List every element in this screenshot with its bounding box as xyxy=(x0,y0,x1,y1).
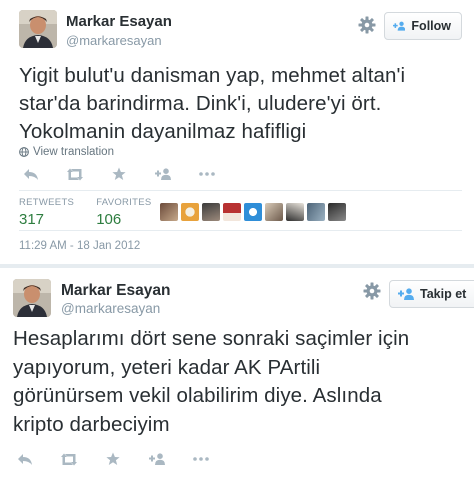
gear-icon[interactable] xyxy=(363,282,381,300)
tweet-card: Markar Esayan @markaresayan xyxy=(0,0,474,262)
avatar[interactable] xyxy=(265,203,283,221)
tweet-text-line: kripto darbeciyim xyxy=(13,412,170,436)
user-plus-icon[interactable] xyxy=(154,167,172,181)
tweet-text-line: star'da barindirma. Dink'i, uludere'yi ö… xyxy=(19,92,382,115)
tweet-text-line: Hesaplarımı dört sene sonraki saçimler i… xyxy=(13,327,410,350)
timestamp[interactable]: 11:29 AM - 18 Jan 2012 xyxy=(19,240,140,252)
follow-button[interactable]: Follow xyxy=(384,12,462,40)
favorites-stat[interactable]: FAVORITES 106 xyxy=(96,197,151,228)
star-icon[interactable] xyxy=(110,167,128,181)
tweet-actions xyxy=(16,452,236,466)
user-plus-icon[interactable] xyxy=(148,452,166,466)
avatar[interactable] xyxy=(244,203,262,221)
tweet-text: Hesaplarımı dört sene sonraki saçimler i… xyxy=(13,325,409,439)
tweet-card: Markar Esayan @markaresayan xyxy=(0,270,474,480)
divider xyxy=(19,230,462,231)
handle[interactable]: @markaresayan xyxy=(61,301,160,316)
handle[interactable]: @markaresayan xyxy=(66,33,162,48)
retweet-icon[interactable] xyxy=(60,452,78,466)
user-plus-icon xyxy=(398,288,414,300)
favorites-count: 106 xyxy=(96,211,122,228)
avatar[interactable] xyxy=(181,203,199,221)
avatar[interactable] xyxy=(223,203,241,221)
avatar[interactable] xyxy=(160,203,178,221)
display-name[interactable]: Markar Esayan xyxy=(66,13,172,30)
reply-icon[interactable] xyxy=(16,452,34,466)
avatar[interactable] xyxy=(328,203,346,221)
tweet-text-line: yapıyorum, yeteri kadar AK PArtili xyxy=(13,355,321,379)
retweets-stat[interactable]: RETWEETS 317 xyxy=(19,197,74,228)
more-dots-icon[interactable] xyxy=(198,167,216,181)
avatar[interactable] xyxy=(202,203,220,221)
avatar[interactable] xyxy=(307,203,325,221)
globe-icon xyxy=(19,147,29,157)
follow-button[interactable]: Takip et xyxy=(389,280,474,308)
tweet-separator xyxy=(0,264,474,268)
tweet-actions xyxy=(22,167,242,181)
retweets-count: 317 xyxy=(19,211,45,228)
star-icon[interactable] xyxy=(104,452,122,466)
gear-icon[interactable] xyxy=(358,16,376,34)
reply-icon[interactable] xyxy=(22,167,40,181)
display-name[interactable]: Markar Esayan xyxy=(61,282,170,300)
avatar[interactable] xyxy=(286,203,304,221)
tweet-text-line: Yigit bulut'u danisman yap, mehmet altan… xyxy=(19,64,406,87)
favoriter-avatars xyxy=(160,203,349,221)
tweet-text-line: görünürsem vekil olabilirim diye. Aslınd… xyxy=(13,384,382,407)
avatar[interactable] xyxy=(19,10,57,48)
view-translation-label: View translation xyxy=(33,146,114,158)
favorites-label: FAVORITES xyxy=(96,197,152,208)
tweet-stats: RETWEETS 317 FAVORITES 106 xyxy=(19,197,174,228)
avatar[interactable] xyxy=(13,279,51,317)
follow-button-label: Takip et xyxy=(420,287,467,301)
tweet-text: Yigit bulut'u danisman yap, mehmet altan… xyxy=(19,62,405,146)
retweet-icon[interactable] xyxy=(66,167,84,181)
divider xyxy=(19,190,462,191)
more-dots-icon[interactable] xyxy=(192,452,210,466)
view-translation-link[interactable]: View translation xyxy=(19,146,114,158)
user-plus-icon xyxy=(393,21,406,31)
retweets-label: RETWEETS xyxy=(19,197,75,208)
follow-button-label: Follow xyxy=(411,19,451,33)
tweet-text-line: Yokolmanin dayanilmaz hafifligi xyxy=(19,120,307,143)
